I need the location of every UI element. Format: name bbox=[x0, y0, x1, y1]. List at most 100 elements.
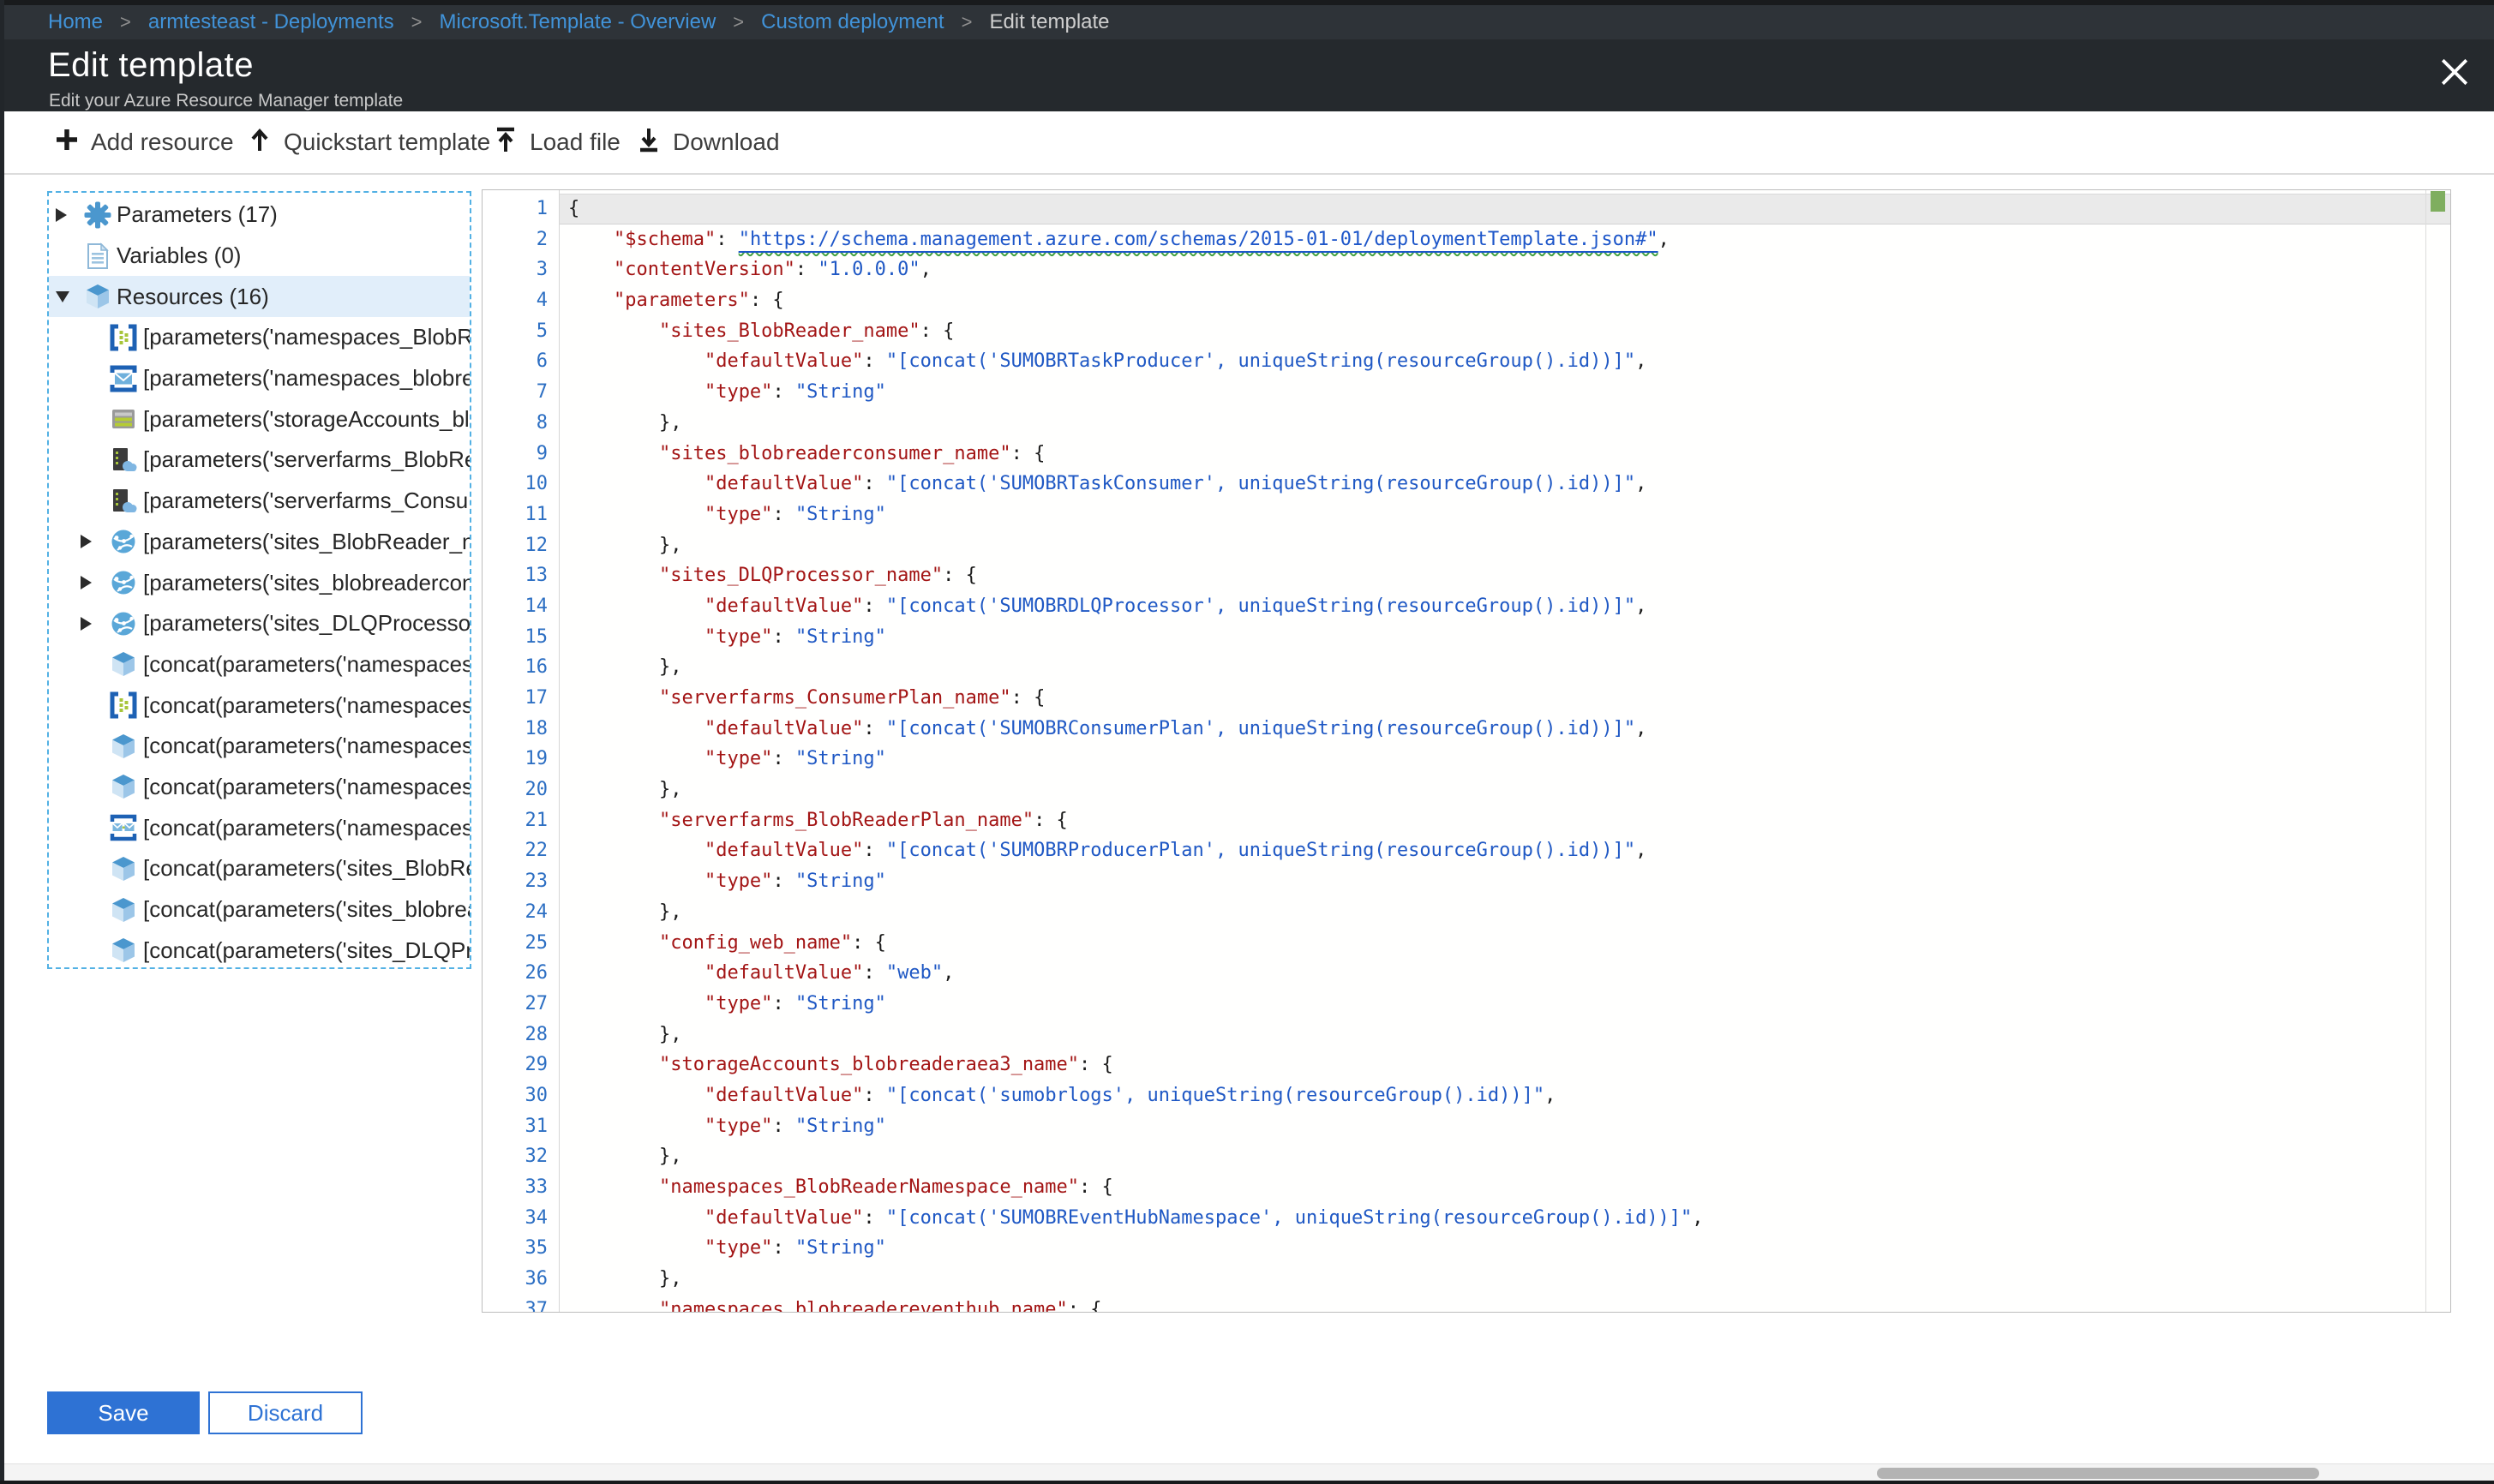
toolbar-button-label: Load file bbox=[530, 129, 621, 156]
tree-item-label: [concat(parameters('namespaces_... bbox=[143, 733, 470, 759]
code-line[interactable]: "namespaces_BlobReaderNamespace_name": { bbox=[568, 1172, 2425, 1203]
line-number: 19 bbox=[483, 744, 559, 775]
tree-item[interactable]: [parameters('namespaces_BlobRe... bbox=[49, 317, 470, 358]
code-line[interactable]: }, bbox=[568, 408, 2425, 439]
tree-item-label: [parameters('sites_DLQProcessor_... bbox=[143, 610, 470, 637]
code-line[interactable]: }, bbox=[568, 897, 2425, 928]
breadcrumb-separator: > bbox=[411, 11, 423, 33]
line-number: 16 bbox=[483, 652, 559, 683]
line-number: 7 bbox=[483, 377, 559, 408]
code-line[interactable]: "sites_DLQProcessor_name": { bbox=[568, 560, 2425, 591]
code-line[interactable]: "namespaces_blobreadereventhub_name": { bbox=[568, 1295, 2425, 1312]
discard-button[interactable]: Discard bbox=[208, 1391, 363, 1434]
add-resource-button[interactable]: Add resource bbox=[54, 111, 234, 173]
line-number: 30 bbox=[483, 1080, 559, 1111]
quickstart-template-button[interactable]: Quickstart template bbox=[247, 111, 490, 173]
code-line[interactable]: "config_web_name": { bbox=[568, 928, 2425, 959]
code-line[interactable]: }, bbox=[568, 530, 2425, 561]
breadcrumb-item[interactable]: Microsoft.Template - Overview bbox=[440, 10, 716, 34]
code-line[interactable]: "defaultValue": "[concat('SUMOBRConsumer… bbox=[568, 714, 2425, 745]
tree-item[interactable]: [concat(parameters('namespaces_... bbox=[49, 644, 470, 685]
code-line[interactable]: "defaultValue": "[concat('SUMOBREventHub… bbox=[568, 1203, 2425, 1234]
close-button[interactable] bbox=[2436, 55, 2473, 93]
toolbar-button-label: Add resource bbox=[91, 129, 234, 156]
code-line[interactable]: "sites_blobreaderconsumer_name": { bbox=[568, 439, 2425, 470]
editor-overview-ruler bbox=[2425, 190, 2450, 1312]
line-number: 3 bbox=[483, 254, 559, 285]
code-line[interactable]: "defaultValue": "[concat('sumobrlogs', u… bbox=[568, 1080, 2425, 1111]
code-line[interactable]: "parameters": { bbox=[568, 285, 2425, 316]
download-icon bbox=[636, 127, 662, 159]
code-line[interactable]: "type": "String" bbox=[568, 866, 2425, 897]
code-line[interactable]: "defaultValue": "[concat('SUMOBRDLQProce… bbox=[568, 591, 2425, 622]
code-line[interactable]: "defaultValue": "[concat('SUMOBRTaskCons… bbox=[568, 469, 2425, 500]
tree-item[interactable]: Variables (0) bbox=[49, 236, 470, 277]
code-line[interactable]: "type": "String" bbox=[568, 989, 2425, 1020]
code-line[interactable]: "defaultValue": "[concat('SUMOBRTaskProd… bbox=[568, 346, 2425, 377]
editor-code-area[interactable]: { "$schema": "https://schema.management.… bbox=[561, 190, 2425, 1312]
code-line[interactable]: "$schema": "https://schema.management.az… bbox=[568, 224, 2425, 255]
tree-item[interactable]: Resources (16) bbox=[49, 276, 470, 317]
chevron-right-icon[interactable] bbox=[81, 535, 92, 548]
code-line[interactable]: "sites_BlobReader_name": { bbox=[568, 316, 2425, 347]
code-line[interactable]: "type": "String" bbox=[568, 1111, 2425, 1142]
line-number: 27 bbox=[483, 989, 559, 1020]
code-line[interactable]: }, bbox=[568, 652, 2425, 683]
code-line[interactable]: }, bbox=[568, 1141, 2425, 1172]
chevron-right-icon[interactable] bbox=[81, 576, 92, 589]
tree-item[interactable]: [parameters('storageAccounts_blo... bbox=[49, 398, 470, 440]
horizontal-scrollbar-thumb[interactable] bbox=[1877, 1468, 2319, 1479]
page-title: Edit template bbox=[48, 46, 254, 85]
tree-item-label: [parameters('serverfarms_Consum... bbox=[143, 488, 470, 514]
tree-item[interactable]: [parameters('namespaces_blobrea... bbox=[49, 358, 470, 399]
load-file-button[interactable]: Load file bbox=[493, 111, 621, 173]
tree-item[interactable]: [concat(parameters('sites_blobrea... bbox=[49, 889, 470, 930]
breadcrumb-item[interactable]: Home bbox=[48, 10, 103, 34]
line-number: 15 bbox=[483, 622, 559, 653]
chevron-down-icon[interactable] bbox=[56, 291, 69, 302]
tree-item[interactable]: [parameters('sites_DLQProcessor_... bbox=[49, 603, 470, 644]
code-line[interactable]: "defaultValue": "[concat('SUMOBRProducer… bbox=[568, 835, 2425, 866]
tree-item[interactable]: [concat(parameters('namespaces_... bbox=[49, 685, 470, 726]
code-line[interactable]: "storageAccounts_blobreaderaea3_name": { bbox=[568, 1050, 2425, 1080]
code-line[interactable]: "defaultValue": "web", bbox=[568, 958, 2425, 989]
save-button[interactable]: Save bbox=[47, 1391, 200, 1434]
code-line[interactable]: "type": "String" bbox=[568, 377, 2425, 408]
tree-item[interactable]: Parameters (17) bbox=[49, 194, 470, 236]
breadcrumb-item[interactable]: armtesteast - Deployments bbox=[148, 10, 394, 34]
code-line[interactable]: { bbox=[568, 194, 2425, 224]
tree-item[interactable]: [concat(parameters('namespaces_... bbox=[49, 807, 470, 848]
horizontal-scrollbar bbox=[0, 1463, 2494, 1481]
code-line[interactable]: "serverfarms_BlobReaderPlan_name": { bbox=[568, 805, 2425, 836]
code-line[interactable]: }, bbox=[568, 775, 2425, 805]
tree-item[interactable]: [concat(parameters('sites_DLQPro... bbox=[49, 930, 470, 969]
code-line[interactable]: "type": "String" bbox=[568, 622, 2425, 653]
tree-item-label: [parameters('sites_blobreadercons... bbox=[143, 570, 470, 596]
parameters-icon bbox=[83, 200, 112, 230]
code-line[interactable]: "type": "String" bbox=[568, 1233, 2425, 1264]
tree-item[interactable]: [concat(parameters('namespaces_... bbox=[49, 767, 470, 808]
download-button[interactable]: Download bbox=[636, 111, 780, 173]
breadcrumb-item[interactable]: Custom deployment bbox=[761, 10, 944, 34]
tree-item[interactable]: [parameters('serverfarms_BlobRea... bbox=[49, 440, 470, 481]
line-number: 24 bbox=[483, 897, 559, 928]
breadcrumb-separator: > bbox=[733, 11, 744, 33]
webapp-icon bbox=[109, 609, 138, 638]
code-line[interactable]: "type": "String" bbox=[568, 500, 2425, 530]
template-code-editor[interactable]: 1234567891011121314151617181920212223242… bbox=[482, 189, 2451, 1313]
code-line[interactable]: "serverfarms_ConsumerPlan_name": { bbox=[568, 683, 2425, 714]
tree-item[interactable]: [concat(parameters('namespaces_... bbox=[49, 726, 470, 767]
breadcrumb-item: Edit template bbox=[989, 10, 1109, 34]
tree-item[interactable]: [concat(parameters('sites_BlobRea... bbox=[49, 848, 470, 889]
code-line[interactable]: "type": "String" bbox=[568, 744, 2425, 775]
code-line[interactable]: }, bbox=[568, 1020, 2425, 1050]
tree-item[interactable]: [parameters('sites_blobreadercons... bbox=[49, 562, 470, 603]
tree-item[interactable]: [parameters('sites_BlobReader_na... bbox=[49, 522, 470, 563]
chevron-right-icon[interactable] bbox=[81, 617, 92, 631]
tree-item[interactable]: [parameters('serverfarms_Consum... bbox=[49, 481, 470, 522]
eventhub-icon bbox=[109, 691, 138, 720]
code-line[interactable]: }, bbox=[568, 1264, 2425, 1295]
chevron-right-icon[interactable] bbox=[56, 208, 67, 222]
code-line[interactable]: "contentVersion": "1.0.0.0", bbox=[568, 254, 2425, 285]
storage-icon bbox=[109, 404, 138, 434]
